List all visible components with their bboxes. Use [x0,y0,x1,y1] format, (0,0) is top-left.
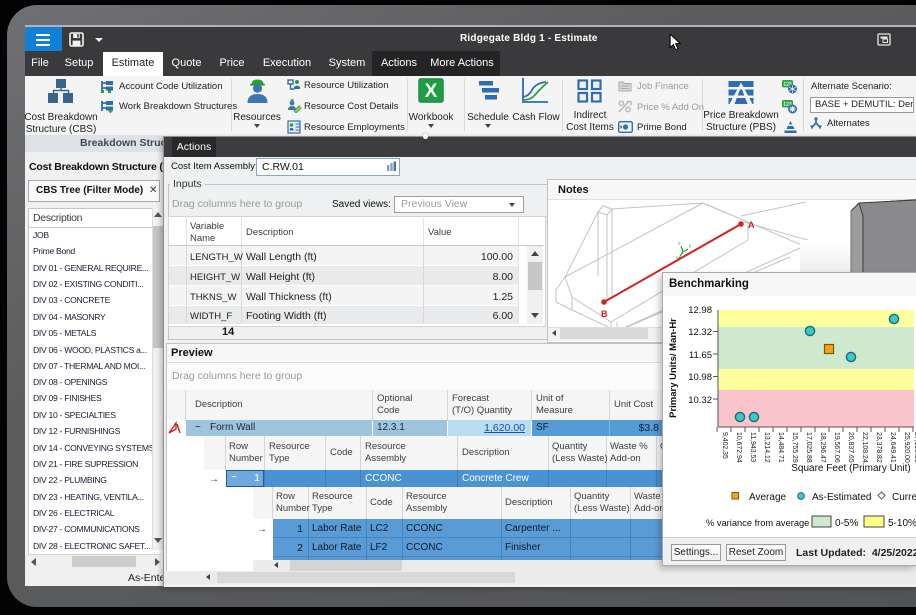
svg-text:11,943.53: 11,943.53 [749,432,756,462]
svg-text:10,672.94: 10,672.94 [735,432,742,463]
svg-text:17,025.88: 17,025.88 [805,432,812,463]
svg-text:12.32: 12.32 [688,327,712,338]
svg-text:25,920.00: 25,920.00 [903,432,910,463]
svg-text:18,296.47: 18,296.47 [819,432,826,463]
svg-text:Average: Average [749,492,787,503]
svg-text:As-Estimated: As-Estimated [812,492,871,503]
svg-text:10.32: 10.32 [688,395,712,406]
svg-text:X: X [425,81,438,102]
svg-text:14,484.71: 14,484.71 [777,432,784,463]
svg-text:0-5%: 0-5% [835,518,858,529]
svg-text:24,649.41: 24,649.41 [889,432,896,463]
svg-text:10.98: 10.98 [688,372,712,383]
svg-text:y: y [689,243,692,248]
svg-text:Square Feet (Primary Unit): Square Feet (Primary Unit) [791,463,910,474]
svg-text:5-10%: 5-10% [888,518,916,529]
svg-text:Primary Units/ Man-Hr: Primary Units/ Man-Hr [668,318,679,418]
svg-text:Curre: Curre [892,492,916,503]
svg-text:19,567.06: 19,567.06 [833,432,840,463]
svg-text:22,108.24: 22,108.24 [861,432,868,463]
svg-text:13,214.12: 13,214.12 [763,432,770,463]
svg-text:9,402.35: 9,402.35 [721,432,728,459]
svg-text:15,755.29: 15,755.29 [791,432,798,463]
svg-text:20,837.65: 20,837.65 [847,432,854,463]
svg-text:B: B [601,309,608,319]
svg-text:% variance from average: % variance from average [706,518,809,528]
svg-text:23,378.82: 23,378.82 [875,432,882,463]
svg-text:12.98: 12.98 [688,305,712,316]
svg-text:A: A [748,220,755,230]
svg-text:z: z [678,241,681,246]
svg-text:11.65: 11.65 [689,350,712,361]
